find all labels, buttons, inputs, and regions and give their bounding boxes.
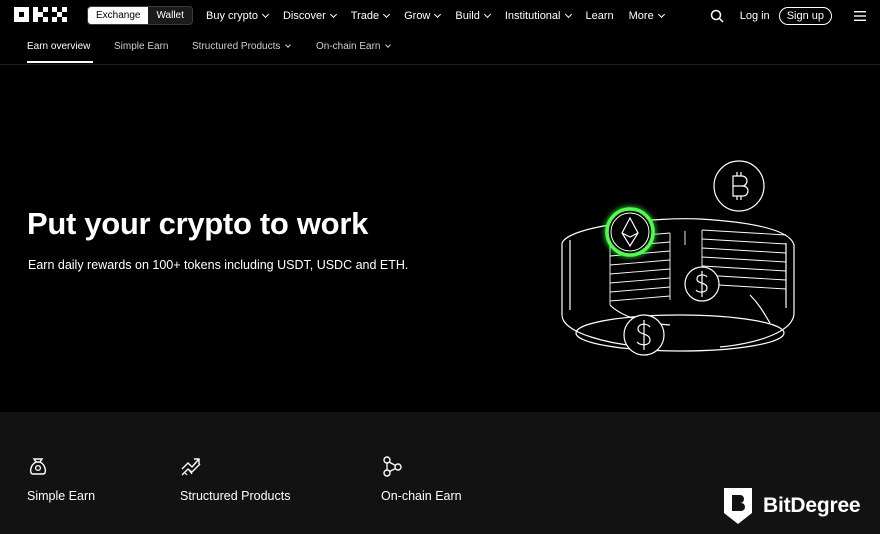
signup-button[interactable]: Sign up <box>778 6 832 25</box>
chevron-down-icon <box>434 10 442 18</box>
subnav-simple-earn[interactable]: Simple Earn <box>114 41 168 52</box>
nav-build[interactable]: Build <box>455 9 491 22</box>
nav-label: Institutional <box>504 9 561 22</box>
chevron-down-icon <box>657 10 665 18</box>
active-tab-indicator <box>27 61 93 63</box>
feature-label: On-chain Earn <box>381 489 462 503</box>
hero-title: Put your crypto to work <box>27 206 369 241</box>
okx-logo[interactable] <box>14 7 70 23</box>
nav-label: Learn <box>585 9 614 22</box>
dollar-coin-icon <box>623 314 665 356</box>
chevron-down-icon <box>285 42 292 48</box>
nav-discover[interactable]: Discover <box>282 9 337 22</box>
main-nav: Buy crypto Discover Trade Grow Build Ins… <box>206 0 679 31</box>
nav-trade[interactable]: Trade <box>350 9 391 22</box>
money-bag-icon <box>29 458 47 475</box>
earn-subnav: Earn overview Simple Earn Structured Pro… <box>0 31 880 65</box>
nav-label: Discover <box>282 9 326 22</box>
login-link[interactable]: Log in <box>740 10 770 22</box>
subnav-on-chain-earn[interactable]: On-chain Earn <box>316 41 392 52</box>
feature-simple-earn[interactable]: Simple Earn <box>27 455 95 505</box>
nodes-icon <box>383 456 402 477</box>
subnav-label: On-chain Earn <box>316 41 381 52</box>
nav-label: Trade <box>350 9 380 22</box>
exchange-tab[interactable]: Exchange <box>88 7 149 24</box>
chevron-down-icon <box>564 10 572 18</box>
watermark-text: BitDegree <box>763 494 861 517</box>
feature-on-chain-earn[interactable]: On-chain Earn <box>381 455 462 505</box>
nav-label: Build <box>455 9 480 22</box>
bitdegree-logo-icon <box>724 488 752 524</box>
chevron-down-icon <box>385 42 392 48</box>
hero-subtitle: Earn daily rewards on 100+ tokens includ… <box>28 258 409 272</box>
nav-grow[interactable]: Grow <box>404 9 442 22</box>
nav-label: More <box>628 9 654 22</box>
subnav-label: Structured Products <box>192 41 281 52</box>
ethereum-icon <box>605 207 655 257</box>
top-nav: Exchange Wallet Buy crypto Discover Trad… <box>0 0 880 31</box>
bitdegree-watermark: BitDegree <box>721 486 861 526</box>
nav-institutional[interactable]: Institutional <box>504 9 572 22</box>
exchange-wallet-toggle: Exchange Wallet <box>87 6 193 25</box>
nav-label: Grow <box>404 9 431 22</box>
chart-trend-icon <box>181 458 201 476</box>
subnav-structured-products[interactable]: Structured Products <box>192 41 292 52</box>
nav-buy-crypto[interactable]: Buy crypto <box>206 9 270 22</box>
chevron-down-icon <box>483 10 491 18</box>
search-icon[interactable] <box>710 9 724 23</box>
feature-label: Structured Products <box>180 489 291 503</box>
nav-actions: Log in Sign up <box>710 0 866 31</box>
earn-illustration <box>561 160 795 356</box>
menu-icon[interactable] <box>854 10 866 21</box>
nav-learn[interactable]: Learn <box>586 10 614 22</box>
bitcoin-icon <box>713 160 765 212</box>
nav-label: Buy crypto <box>206 9 258 22</box>
feature-structured-products[interactable]: Structured Products <box>180 455 290 505</box>
chevron-down-icon <box>261 10 270 18</box>
chevron-down-icon <box>329 10 337 18</box>
chevron-down-icon <box>383 10 391 18</box>
feature-label: Simple Earn <box>27 489 96 503</box>
wallet-tab[interactable]: Wallet <box>148 7 192 24</box>
nav-more[interactable]: More <box>628 9 665 22</box>
subnav-earn-overview[interactable]: Earn overview <box>27 41 90 52</box>
dollar-coin-icon <box>684 266 720 302</box>
